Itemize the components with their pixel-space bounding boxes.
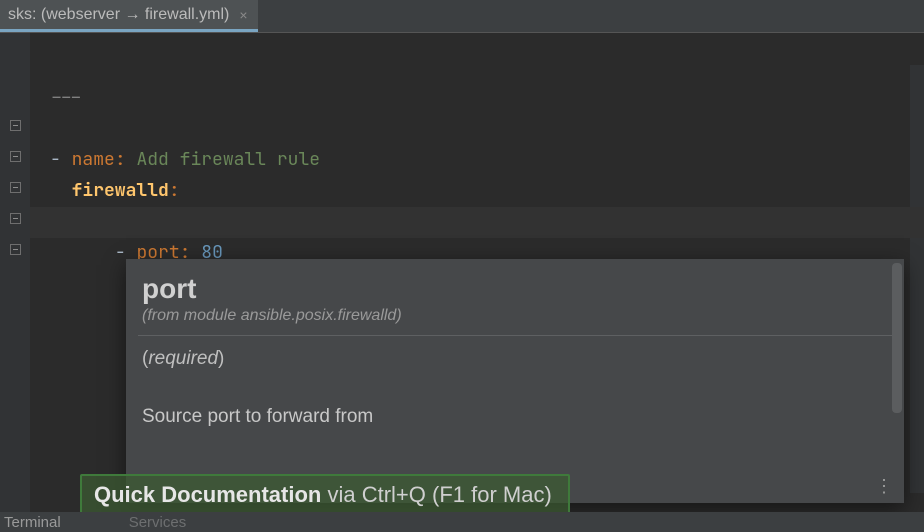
toolwindow-services[interactable]: Services — [129, 514, 187, 531]
more-actions-icon[interactable]: ⋮ — [875, 476, 894, 497]
editor-right-gutter — [910, 65, 924, 493]
documentation-popup: port (from module ansible.posix.firewall… — [126, 259, 904, 503]
yaml-dash: - — [50, 148, 61, 171]
yaml-dash: - — [115, 241, 126, 264]
gutter — [0, 33, 30, 513]
fold-toggle-icon[interactable] — [10, 151, 21, 162]
editor-tab[interactable]: sks: (webserver → firewall.yml) × — [0, 0, 258, 32]
doc-module-origin: (from module ansible.posix.firewalld) — [142, 307, 888, 335]
editor-area: --- - name: Add firewall rule firewalld:… — [0, 33, 924, 513]
doc-description: Source port to forward from — [142, 406, 888, 428]
fold-toggle-icon[interactable] — [10, 213, 21, 224]
bottom-tool-bar: Terminal Services — [0, 512, 924, 532]
doc-required-badge: (required) — [142, 348, 888, 370]
divider — [138, 335, 892, 336]
yaml-key-name: name — [72, 148, 115, 171]
fold-toggle-icon[interactable] — [10, 120, 21, 131]
hint-rest: via Ctrl+Q (F1 for Mac) — [321, 482, 551, 507]
hint-title: Quick Documentation — [94, 482, 321, 507]
yaml-module-firewalld: firewalld — [72, 179, 169, 202]
tab-title: sks: (webserver → firewall.yml) — [8, 6, 229, 24]
fold-toggle-icon[interactable] — [10, 182, 21, 193]
doc-title: port — [142, 273, 888, 305]
yaml-value: Add firewall rule — [136, 148, 320, 171]
toolwindow-terminal[interactable]: Terminal — [4, 514, 61, 531]
fold-toggle-icon[interactable] — [10, 244, 21, 255]
current-line-highlight — [30, 207, 924, 238]
scrollbar-thumb[interactable] — [892, 263, 902, 413]
close-icon[interactable]: × — [239, 7, 247, 23]
tab-bar: sks: (webserver → firewall.yml) × — [0, 0, 924, 33]
yaml-doc-start: --- — [50, 86, 82, 109]
